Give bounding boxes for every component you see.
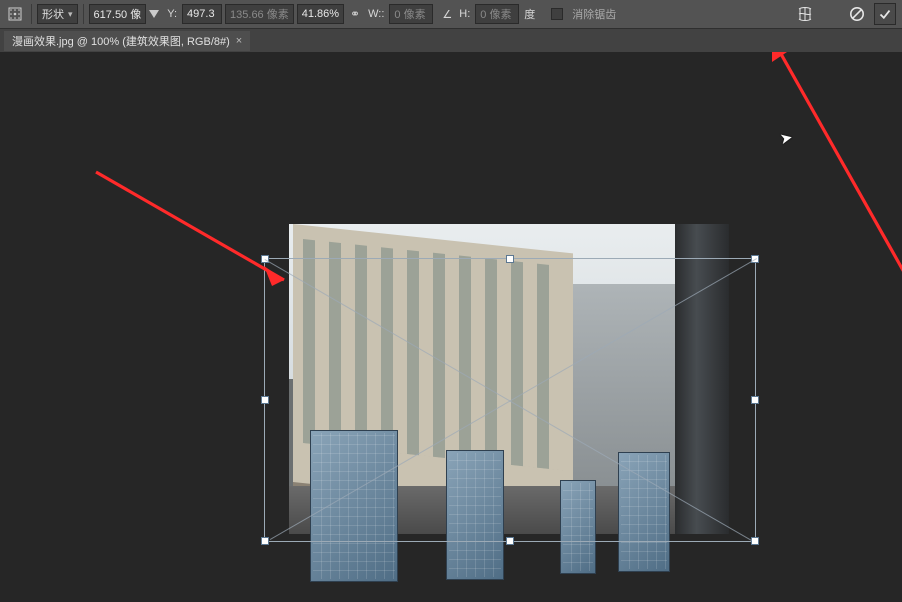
triangle-icon[interactable] (149, 10, 159, 18)
antialias-checkbox[interactable] (551, 8, 563, 20)
y-ghost-field: 135.66 像素 (225, 4, 294, 24)
warp-mode-icon[interactable] (794, 3, 816, 25)
reference-point-icon[interactable] (4, 3, 26, 25)
percent-field[interactable]: 41.86% (297, 4, 344, 24)
document-tab-bar: 漫画效果.jpg @ 100% (建筑效果图, RGB/8#) × (0, 28, 902, 52)
toolbar-right (794, 0, 896, 28)
cancel-transform-button[interactable] (846, 3, 868, 25)
h-label-prefix: ∠ (442, 8, 452, 21)
w-field[interactable]: 0 像素 (389, 4, 433, 24)
mode-dropdown[interactable]: 形状 ▾ (37, 4, 78, 24)
render-building (446, 450, 504, 580)
h-field[interactable]: 0 像素 (475, 4, 519, 24)
annotation-arrow-right (754, 52, 902, 292)
render-building (310, 430, 398, 582)
link-icon[interactable]: ⚭ (350, 7, 360, 21)
separator (31, 4, 32, 24)
canvas-area[interactable]: ➤ (0, 52, 902, 602)
h-label: H: (459, 8, 470, 20)
transform-handle[interactable] (506, 537, 514, 545)
transform-handle[interactable] (261, 537, 269, 545)
deg-label: 度 (524, 6, 535, 22)
annotation-arrow-left (86, 162, 306, 302)
w-label: W:: (368, 8, 384, 20)
y-field[interactable]: 497.3 (182, 4, 222, 24)
mode-label: 形状 (42, 6, 64, 22)
document-tab[interactable]: 漫画效果.jpg @ 100% (建筑效果图, RGB/8#) × (4, 31, 250, 51)
y-label: Y: (167, 8, 177, 20)
render-building (560, 480, 596, 574)
transform-options-bar: 形状 ▾ 617.50 像 Y: 497.3 135.66 像素 41.86% … (0, 0, 902, 28)
transform-handle[interactable] (261, 396, 269, 404)
render-building (618, 452, 670, 572)
document-tab-title: 漫画效果.jpg @ 100% (建筑效果图, RGB/8#) (12, 33, 230, 49)
x-field[interactable]: 617.50 像 (89, 4, 147, 24)
transform-handle[interactable] (751, 396, 759, 404)
chevron-down-icon: ▾ (68, 9, 73, 20)
commit-transform-button[interactable] (874, 3, 896, 25)
antialias-label: 消除锯齿 (572, 6, 616, 22)
transform-handle[interactable] (751, 537, 759, 545)
close-tab-icon[interactable]: × (236, 35, 242, 47)
separator (83, 4, 84, 24)
